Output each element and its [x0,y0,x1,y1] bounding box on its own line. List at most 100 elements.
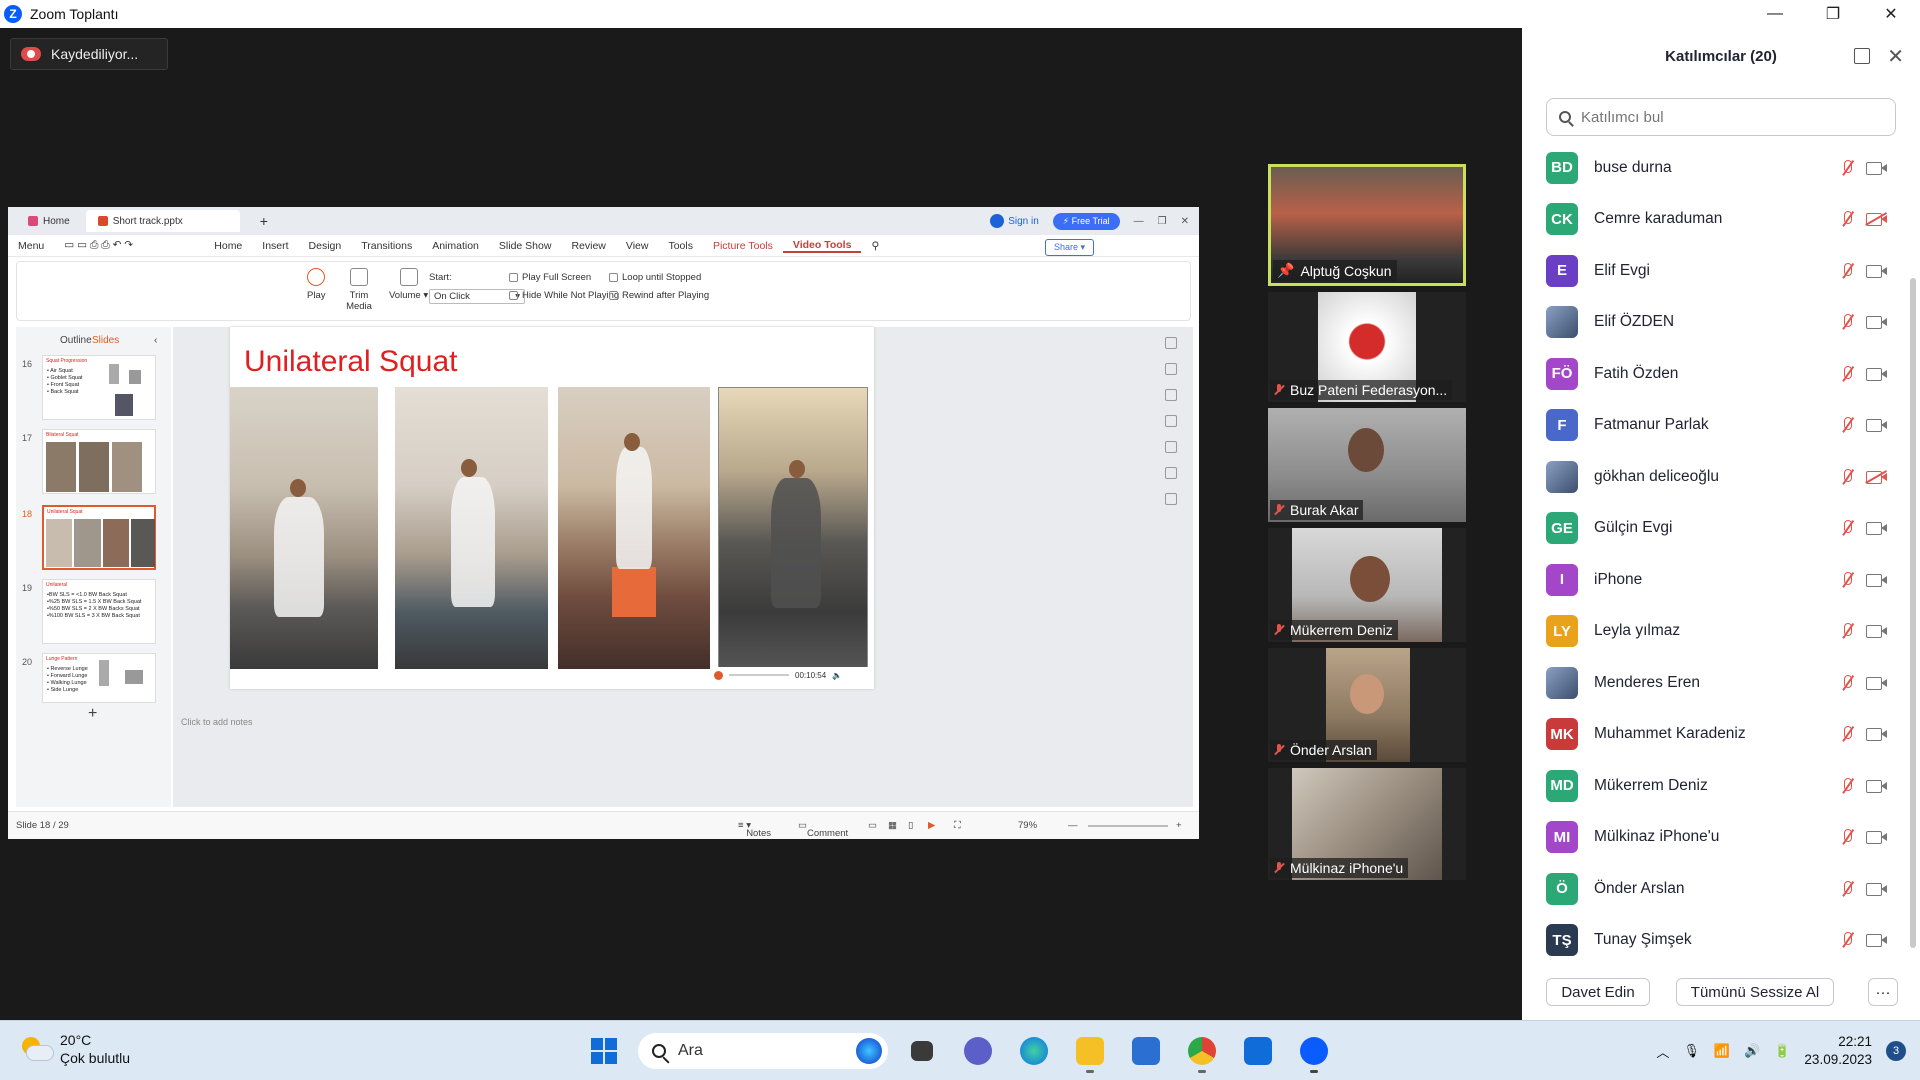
zoom-in-button[interactable]: + [1176,820,1182,831]
layers-icon[interactable] [1165,363,1177,375]
video-camera-icon[interactable] [1866,779,1888,793]
clock[interactable]: 22:21 23.09.2023 [1804,1033,1872,1069]
participant-list-scrollbar[interactable] [1910,278,1916,948]
add-slide-button[interactable]: + [88,705,97,723]
teams-chat-button[interactable] [956,1029,1000,1073]
video-camera-icon[interactable] [1866,933,1888,947]
video-tile[interactable]: 📌 Alptuğ Coşkun [1268,164,1466,286]
muted-mic-icon[interactable] [1840,313,1854,331]
participant-row[interactable]: IiPhone [1522,554,1904,605]
media-seek-bar[interactable] [729,674,789,676]
menu-transitions[interactable]: Transitions [351,240,422,252]
participant-row[interactable]: E Elif Evgi [1522,245,1904,296]
participant-row[interactable]: Elif ÖZDEN [1522,297,1904,348]
video-tile[interactable]: Buz Pateni Federasyon... [1268,292,1466,402]
slide-thumbnail[interactable]: Lunge Pattern • Reverse Lunge • Forward … [42,653,156,703]
muted-mic-icon[interactable] [1840,828,1854,846]
tab-home[interactable]: Home [16,210,82,232]
slide-photo-3[interactable] [558,387,710,669]
menu-tools[interactable]: Tools [658,240,703,252]
collapse-icon[interactable] [1165,337,1177,349]
participant-search[interactable] [1546,98,1896,136]
sign-in-link[interactable]: Sign in [990,214,1039,228]
battery-icon[interactable]: 🔋 [1774,1043,1790,1059]
notes-placeholder[interactable]: Click to add notes [173,717,1193,727]
hide-while-not-playing-checkbox[interactable]: Hide While Not Playing [509,290,619,301]
app-restore-button[interactable]: ❐ [1158,216,1167,227]
slide-thumbnail[interactable]: Unilateral •BW SLS = <1.0 BW Back Squat … [42,579,156,644]
muted-mic-icon[interactable] [1840,880,1854,898]
sorter-view-icon[interactable]: ▦ [888,820,897,831]
video-camera-icon[interactable] [1866,264,1888,278]
participant-row[interactable]: MK Muhammet Karadeniz [1522,709,1904,760]
video-tile[interactable]: Burak Akar [1268,408,1466,522]
video-off-icon[interactable] [1865,469,1888,484]
volume-icon[interactable]: 🔈 [832,671,842,680]
menu-home[interactable]: Home [204,240,252,252]
muted-mic-icon[interactable] [1840,725,1854,743]
bing-icon[interactable] [856,1038,882,1064]
history-icon[interactable] [1165,441,1177,453]
slide-thumbnail[interactable]: Bilateral Squat [42,429,156,494]
chevron-up-icon[interactable]: ︿ [1656,1042,1669,1061]
slideshow-icon[interactable]: ▶ [928,820,935,831]
close-button[interactable]: ✕ [1862,0,1920,28]
volume-button[interactable]: Volume ▾ [389,268,428,301]
video-camera-icon[interactable] [1866,830,1888,844]
fit-icon[interactable]: ⛶ [954,820,961,831]
mute-all-button[interactable]: Tümünü Sessize Al [1676,978,1834,1006]
loop-until-stopped-checkbox[interactable]: Loop until Stopped [609,272,701,283]
start-button[interactable] [582,1029,626,1073]
participant-row[interactable]: GE Gülçin Evgi [1522,503,1904,554]
participant-row[interactable]: TŞ Tunay Şimşek [1522,915,1904,966]
trim-media-button[interactable]: Trim Media [344,268,374,312]
muted-mic-icon[interactable] [1840,210,1854,228]
participant-row[interactable]: gökhan deliceoğlu [1522,451,1904,502]
participant-row[interactable]: CK Cemre karaduman [1522,194,1904,245]
participant-search-input[interactable] [1581,108,1881,126]
muted-mic-icon[interactable] [1840,674,1854,692]
notes-button[interactable]: ≡ Notes ▾ [738,820,771,839]
slide-thumbnail-selected[interactable]: Unilateral Squat [42,505,156,570]
video-off-icon[interactable] [1865,212,1888,226]
zoom-level[interactable]: 79% [1018,820,1037,831]
minimize-button[interactable]: — [1746,0,1804,28]
menu-insert[interactable]: Insert [252,240,298,252]
video-camera-icon[interactable] [1866,882,1888,896]
app-close-button[interactable]: ✕ [1181,216,1189,227]
video-tile[interactable]: Mülkinaz iPhone'u [1268,768,1466,880]
outlook-button[interactable] [1236,1029,1280,1073]
video-tile[interactable]: Mükerrem Deniz [1268,528,1466,642]
more-options-button[interactable]: ··· [1868,978,1898,1006]
star-icon[interactable] [1165,389,1177,401]
participant-row[interactable]: BD buse durna [1522,142,1904,193]
muted-mic-icon[interactable] [1840,931,1854,949]
muted-mic-icon[interactable] [1840,159,1854,177]
video-camera-icon[interactable] [1866,367,1888,381]
slide-photo-2[interactable] [395,387,548,669]
collapse-panel-icon[interactable]: ‹ [154,335,157,346]
participant-row[interactable]: F Fatmanur Parlak [1522,400,1904,451]
muted-mic-icon[interactable] [1840,262,1854,280]
participant-row[interactable]: Ö Önder Arslan [1522,863,1904,914]
outline-tab[interactable]: Outline [60,335,92,346]
video-camera-icon[interactable] [1866,521,1888,535]
menu-review[interactable]: Review [561,240,615,252]
menu-picture-tools[interactable]: Picture Tools [703,240,783,252]
zoom-out-button[interactable]: — [1068,820,1078,831]
slide-video[interactable] [718,387,868,669]
new-tab-button[interactable]: + [248,210,280,232]
comment-button[interactable]: ▭ Comment [798,820,848,839]
wifi-icon[interactable]: 📶 [1714,1043,1730,1059]
taskbar-search[interactable]: Ara [638,1033,888,1069]
file-explorer-button[interactable] [1068,1029,1112,1073]
menu-slide-show[interactable]: Slide Show [489,240,562,252]
invite-button[interactable]: Davet Edin [1546,978,1650,1006]
video-camera-icon[interactable] [1866,727,1888,741]
participant-row[interactable]: MI Mülkinaz iPhone'u [1522,812,1904,863]
shared-screen[interactable]: Home Short track.pptx + Sign in ⚡ Free T… [8,207,1199,839]
popout-icon[interactable] [1854,48,1870,64]
settings-icon[interactable] [1165,415,1177,427]
muted-mic-icon[interactable] [1840,571,1854,589]
free-trial-button[interactable]: ⚡ Free Trial [1052,212,1120,230]
